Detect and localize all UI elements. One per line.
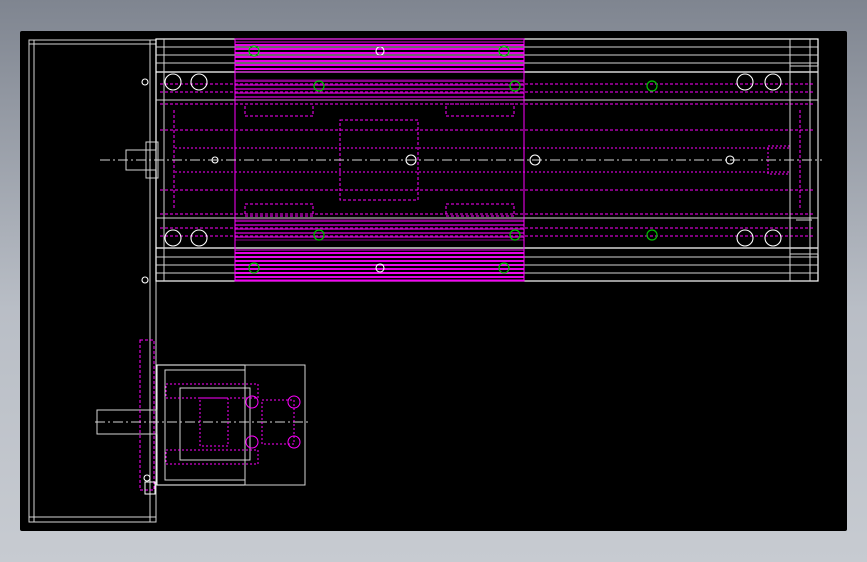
cad-viewport[interactable] <box>20 31 847 531</box>
motor-assembly <box>95 339 310 495</box>
cad-drawing <box>28 38 822 523</box>
left-frame <box>28 39 157 523</box>
